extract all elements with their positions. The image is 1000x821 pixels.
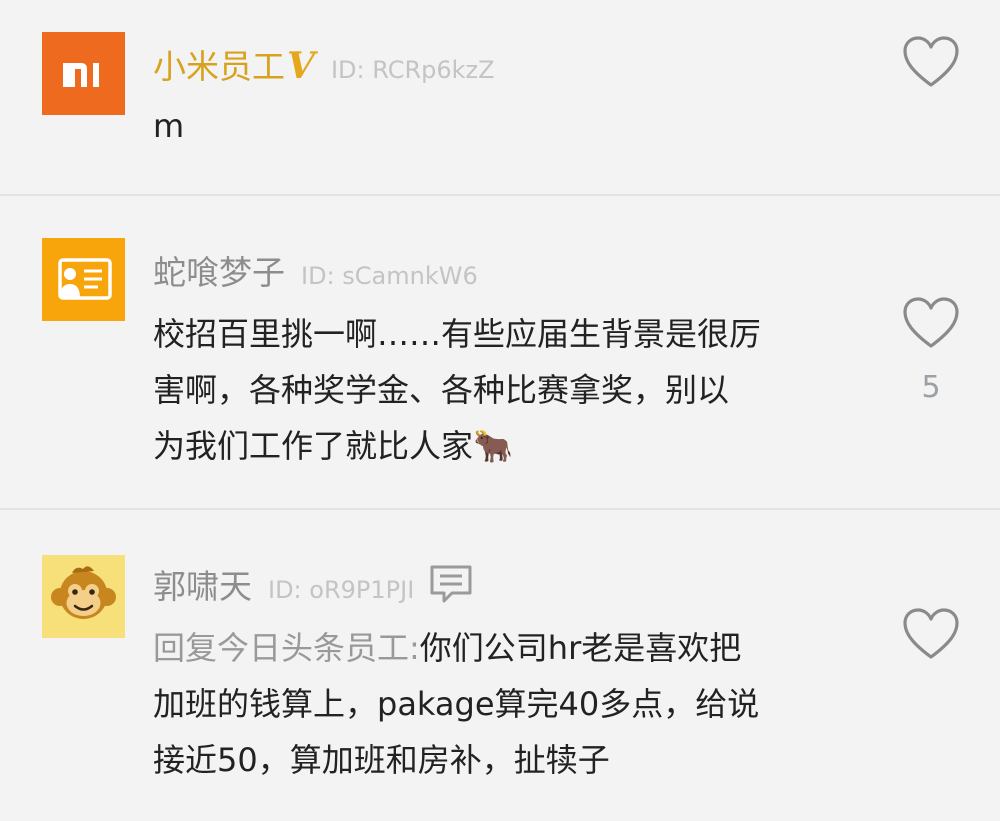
user-name[interactable]: 郭啸天 [153, 560, 252, 608]
mi-logo-icon [42, 32, 125, 115]
comment-item: 蛇喰梦子 ID: sCamnkW6 校招百里挑一啊……有些应届生背景是很厉 害啊… [0, 196, 1000, 508]
id-card-icon [58, 258, 112, 300]
comment-header: 郭啸天 ID: oR9P1PJI [153, 560, 474, 608]
user-name[interactable]: 小米员工 [153, 40, 285, 88]
avatar[interactable] [42, 555, 125, 638]
comment-text-body: 校招百里挑一啊……有些应届生背景是很厉 害啊，各种奖学金、各种比赛拿奖，别以 为… [153, 315, 762, 465]
verified-badge-icon: V [287, 45, 315, 87]
heart-icon [903, 36, 959, 87]
avatar[interactable] [42, 238, 125, 321]
user-id: ID: sCamnkW6 [301, 262, 478, 290]
user-id: ID: oR9P1PJI [268, 576, 415, 604]
comment-feed: 小米员工 V ID: RCRp6kzZ m 蛇喰梦子 ID: sCamnkW6 … [0, 0, 1000, 821]
like-button[interactable] [902, 607, 960, 661]
ox-emoji-icon: 🐂 [473, 427, 513, 465]
comment-bubble-icon[interactable] [428, 563, 474, 605]
reply-prefix[interactable]: 回复今日头条员工: [153, 629, 420, 667]
like-button[interactable] [902, 296, 960, 350]
user-name[interactable]: 蛇喰梦子 [153, 246, 285, 294]
comment-item: 小米员工 V ID: RCRp6kzZ m [0, 0, 1000, 194]
user-id: ID: RCRp6kzZ [330, 56, 495, 84]
comment-text: 校招百里挑一啊……有些应届生背景是很厉 害啊，各种奖学金、各种比赛拿奖，别以 为… [153, 306, 853, 474]
like-count: 5 [921, 370, 941, 405]
heart-icon [903, 608, 959, 659]
comment-header: 小米员工 V ID: RCRp6kzZ [153, 40, 495, 88]
comment-item: 郭啸天 ID: oR9P1PJI 回复今日头条员工:你们公司hr老是喜欢把 加班… [0, 510, 1000, 821]
monkey-icon [51, 566, 116, 619]
comment-text: m [153, 107, 185, 145]
like-button[interactable] [902, 35, 960, 89]
heart-icon [903, 297, 959, 348]
comment-text: 回复今日头条员工:你们公司hr老是喜欢把 加班的钱算上，pakage算完40多点… [153, 620, 853, 788]
comment-header: 蛇喰梦子 ID: sCamnkW6 [153, 246, 478, 294]
avatar[interactable] [42, 32, 125, 115]
